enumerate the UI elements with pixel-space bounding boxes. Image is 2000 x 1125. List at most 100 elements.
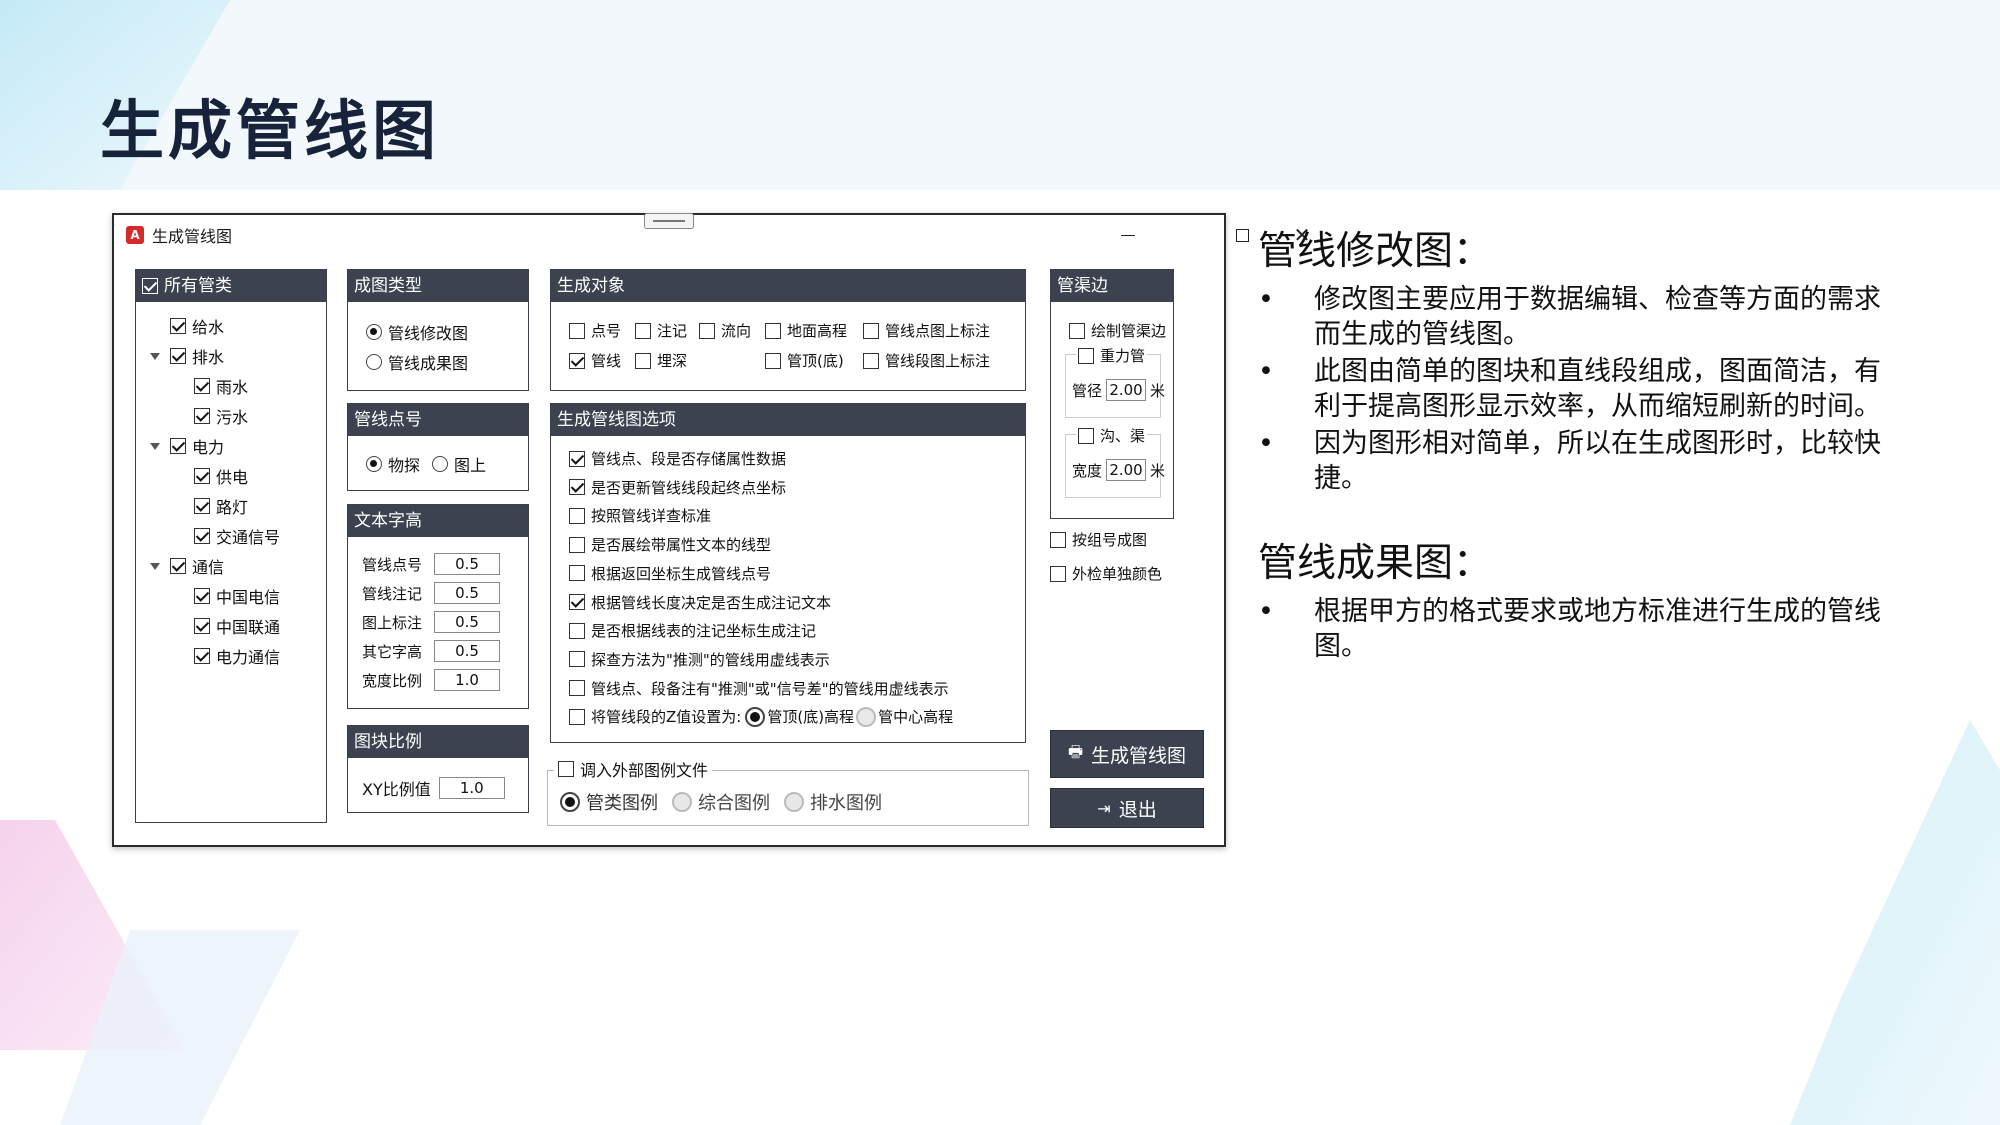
legend-pipe-type-radio[interactable] <box>560 792 580 812</box>
gen-object-checkbox[interactable] <box>765 322 781 339</box>
pipe-type-checkbox[interactable] <box>194 408 210 424</box>
pipe-type-item[interactable]: 供电 <box>194 464 248 488</box>
pipe-type-checkbox[interactable] <box>194 378 210 394</box>
pipe-type-item[interactable]: 中国电信 <box>194 584 280 608</box>
pipe-type-item[interactable]: 通信 <box>150 554 224 578</box>
gen-option-item[interactable]: 是否更新管线线段起终点坐标 <box>569 477 786 498</box>
gen-object-item[interactable]: 管线段图上标注 <box>863 350 990 371</box>
text-height-input[interactable]: 1.0 <box>434 669 500 691</box>
gen-object-checkbox[interactable] <box>863 352 879 369</box>
text-height-input[interactable]: 0.5 <box>434 553 500 575</box>
exit-button[interactable]: ⇥ 退出 <box>1050 788 1204 828</box>
pipe-type-checkbox[interactable] <box>194 648 210 664</box>
z-center-radio[interactable] <box>856 706 877 727</box>
gen-object-item[interactable]: 管线 <box>569 350 621 371</box>
text-height-input[interactable]: 0.5 <box>434 640 500 662</box>
gen-option-checkbox[interactable] <box>569 622 585 639</box>
minimize-button-2[interactable] <box>1104 219 1152 251</box>
expand-arrow-icon[interactable] <box>150 442 160 450</box>
pipe-type-item[interactable]: 交通信号 <box>194 524 280 548</box>
gen-option-checkbox[interactable] <box>569 651 585 668</box>
inspection-color-row[interactable]: 外检单独颜色 <box>1050 563 1162 584</box>
gen-object-item[interactable]: 点号 <box>569 320 621 341</box>
drag-grip-handle[interactable] <box>644 213 694 229</box>
text-height-input[interactable]: 0.5 <box>434 582 500 604</box>
inspection-color-checkbox[interactable] <box>1050 565 1066 582</box>
gen-option-checkbox[interactable] <box>569 680 585 697</box>
gen-object-checkbox[interactable] <box>569 352 585 369</box>
gen-option-item[interactable]: 管线点、段备注有"推测"或"信号差"的管线用虚线表示 <box>569 678 949 699</box>
pipe-type-item[interactable]: 排水 <box>150 344 224 368</box>
gen-object-checkbox[interactable] <box>635 322 651 339</box>
gen-object-checkbox[interactable] <box>765 352 781 369</box>
gen-object-checkbox[interactable] <box>635 352 651 369</box>
ditch-row[interactable]: 沟、渠 <box>1076 425 1148 446</box>
z-top-radio[interactable] <box>745 706 766 727</box>
gen-option-checkbox[interactable] <box>569 565 585 582</box>
ditch-checkbox[interactable] <box>1078 427 1094 444</box>
gen-option-item[interactable]: 按照管线详查标准 <box>569 505 711 526</box>
radio-result-drawing[interactable]: 管线成果图 <box>366 350 468 374</box>
draw-channel-edge-row[interactable]: 绘制管渠边 <box>1069 320 1166 341</box>
gen-option-item[interactable]: 是否展绘带属性文本的线型 <box>569 534 771 555</box>
pipe-type-checkbox[interactable] <box>170 438 186 454</box>
gen-option-checkbox[interactable] <box>569 479 585 496</box>
gen-option-checkbox[interactable] <box>569 594 585 610</box>
pipe-type-checkbox[interactable] <box>194 588 210 604</box>
width-input[interactable]: 2.00 <box>1106 459 1147 481</box>
pipe-type-checkbox[interactable] <box>170 348 186 364</box>
radio-survey-dot[interactable] <box>366 456 382 472</box>
generate-button[interactable]: 🖶 生成管线图 <box>1050 730 1204 778</box>
gen-object-checkbox[interactable] <box>863 322 879 339</box>
pipe-type-checkbox[interactable] <box>194 528 210 544</box>
group-no-row[interactable]: 按组号成图 <box>1050 529 1147 550</box>
gen-option-item[interactable]: 根据返回坐标生成管线点号 <box>569 563 771 584</box>
radio-on-map-dot[interactable] <box>432 456 448 472</box>
pipe-type-item[interactable]: 污水 <box>194 404 248 428</box>
z-value-checkbox[interactable] <box>569 708 585 725</box>
expand-arrow-icon[interactable] <box>150 352 160 360</box>
gen-option-item[interactable]: 管线点、段是否存储属性数据 <box>569 448 786 469</box>
gen-object-checkbox[interactable] <box>699 322 715 339</box>
gen-object-item[interactable]: 注记 <box>635 320 687 341</box>
pipe-diameter-input[interactable]: 2.00 <box>1106 379 1147 401</box>
radio-on-map[interactable]: 图上 <box>432 452 486 476</box>
pipe-type-item[interactable]: 电力通信 <box>194 644 280 668</box>
all-pipe-types-checkbox[interactable] <box>142 278 158 294</box>
pipe-type-checkbox[interactable] <box>194 468 210 484</box>
gravity-pipe-row[interactable]: 重力管 <box>1076 345 1148 366</box>
gen-option-item[interactable]: 是否根据线表的注记坐标生成注记 <box>569 620 816 641</box>
pipe-type-item[interactable]: 电力 <box>150 434 224 458</box>
gen-option-item[interactable]: 探查方法为"推测"的管线用虚线表示 <box>569 649 830 670</box>
external-legend-checkbox[interactable] <box>558 761 574 777</box>
gen-option-checkbox[interactable] <box>569 536 585 553</box>
pipe-type-item[interactable]: 中国联通 <box>194 614 280 638</box>
radio-modify-drawing[interactable]: 管线修改图 <box>366 320 468 344</box>
group-no-checkbox[interactable] <box>1050 531 1066 548</box>
gen-object-item[interactable]: 埋深 <box>635 350 687 371</box>
pipe-type-item[interactable]: 给水 <box>150 314 224 338</box>
pipe-type-checkbox[interactable] <box>194 498 210 514</box>
legend-drainage-radio[interactable] <box>784 792 804 812</box>
pipe-type-checkbox[interactable] <box>170 318 186 334</box>
gen-option-checkbox[interactable] <box>569 507 585 524</box>
gen-option-checkbox[interactable] <box>569 450 585 467</box>
xy-scale-input[interactable]: 1.0 <box>438 777 505 799</box>
gen-object-item[interactable]: 管线点图上标注 <box>863 320 990 341</box>
gen-object-item[interactable]: 管顶(底) <box>765 350 844 371</box>
gen-object-checkbox[interactable] <box>569 322 585 339</box>
gen-object-item[interactable]: 地面高程 <box>765 320 847 341</box>
draw-channel-edge-checkbox[interactable] <box>1069 322 1085 339</box>
radio-modify-drawing-dot[interactable] <box>366 324 382 340</box>
gravity-pipe-checkbox[interactable] <box>1078 347 1094 364</box>
pipe-type-item[interactable]: 雨水 <box>194 374 248 398</box>
radio-result-drawing-dot[interactable] <box>366 354 382 370</box>
pipe-type-item[interactable]: 路灯 <box>194 494 248 518</box>
radio-survey[interactable]: 物探 <box>366 452 420 476</box>
text-height-input[interactable]: 0.5 <box>434 611 500 633</box>
external-legend-row[interactable]: 调入外部图例文件 <box>554 757 713 781</box>
gen-object-item[interactable]: 流向 <box>699 320 751 341</box>
pipe-type-checkbox[interactable] <box>170 558 186 574</box>
pipe-type-checkbox[interactable] <box>194 618 210 634</box>
legend-combined-radio[interactable] <box>672 792 692 812</box>
